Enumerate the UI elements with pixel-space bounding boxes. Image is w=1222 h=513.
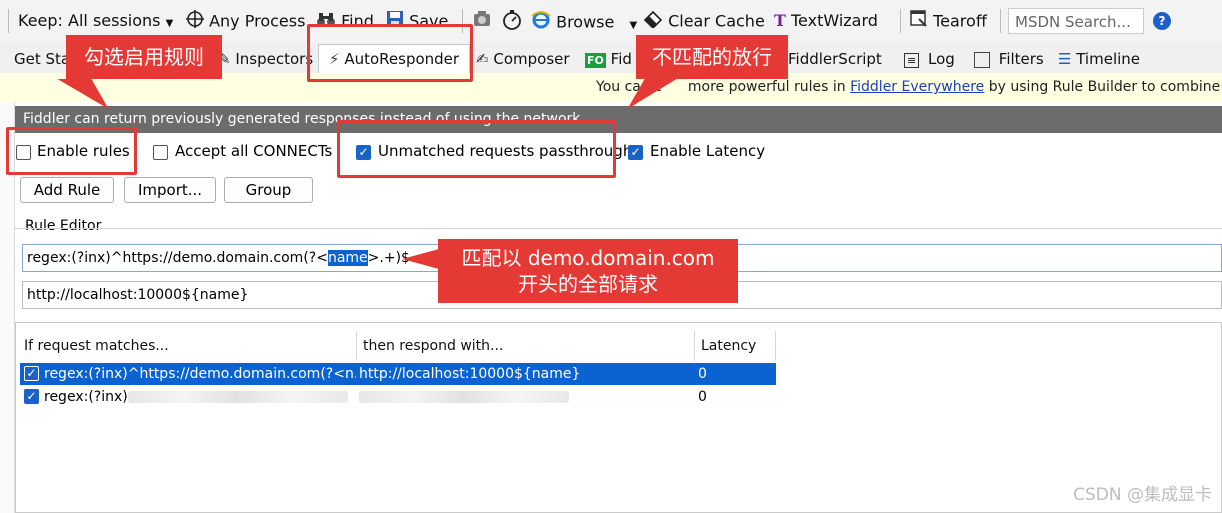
any-process-button[interactable]: Any Process <box>186 10 305 32</box>
textwizard-button[interactable]: T TextWizard <box>774 10 878 32</box>
timeline-icon: ☰ <box>1058 50 1072 68</box>
match-rule-callout-line2: 开头的全部请求 <box>518 272 658 296</box>
passthrough-highlight <box>337 120 616 178</box>
enable-rules-callout: 勾选启用规则 <box>66 35 222 79</box>
crosshair-icon <box>186 10 204 34</box>
log-icon: ≡ <box>904 53 920 68</box>
column-divider[interactable] <box>775 331 776 361</box>
eraser-icon <box>643 10 663 34</box>
enable-latency-label: Enable Latency <box>650 142 766 160</box>
passthrough-callout: 不匹配的放行 <box>636 35 788 79</box>
any-process-label: Any Process <box>209 11 306 31</box>
keep-sessions-label: Keep: All sessions <box>18 11 161 30</box>
tab-inspectors-label: Inspectors <box>235 50 314 68</box>
camera-icon <box>472 10 492 34</box>
blurred-redaction <box>127 391 348 403</box>
timer-button[interactable] <box>502 10 522 32</box>
filters-checkbox-icon <box>974 51 990 68</box>
rule-enabled-checkbox[interactable]: ✓ <box>24 389 39 404</box>
msdn-search-input[interactable]: MSDN Search... <box>1008 8 1144 34</box>
rule-match-text-pre: regex:(?inx)^https://demo.domain.com(?< <box>27 250 328 266</box>
rule-latency-cell: 0 <box>698 389 707 405</box>
rule-respond-cell <box>359 386 689 408</box>
browse-dropdown[interactable]: Browse ▼ <box>531 10 637 32</box>
tearoff-label: Tearoff <box>933 11 987 31</box>
blurred-redaction <box>359 391 569 403</box>
checkmark-icon: ✓ <box>26 366 37 380</box>
tab-log-label: Log <box>928 50 955 68</box>
tab-fiddler-orchestra-label: Fid <box>610 50 632 68</box>
tab-fiddlerscript[interactable]: FiddlerScript <box>788 46 882 72</box>
clear-cache-button[interactable]: Clear Cache <box>643 10 765 32</box>
tab-filters[interactable]: Filters <box>974 46 1044 72</box>
match-rule-callout-line1: 匹配以 demo.domain.com <box>461 246 715 270</box>
tab-fiddlerscript-label: FiddlerScript <box>788 50 882 68</box>
column-header-latency[interactable]: Latency <box>695 331 775 361</box>
stopwatch-icon <box>502 10 522 36</box>
rule-match-cell: regex:(?inx)^https://demo.domain.com(?<n… <box>44 366 356 382</box>
screenshot-button[interactable] <box>472 10 492 32</box>
toolbar-separator <box>1000 9 1001 33</box>
rule-enabled-checkbox[interactable]: ✓ <box>24 366 39 381</box>
rule-match-cell: regex:(?inx) <box>44 386 356 408</box>
tab-fiddler-orchestra[interactable]: FO Fid <box>585 46 632 72</box>
clear-cache-label: Clear Cache <box>668 11 765 31</box>
toolbar-separator <box>900 9 901 33</box>
rule-match-text: regex:(?inx) <box>44 389 128 405</box>
tab-filters-label: Filters <box>998 50 1044 68</box>
rule-respond-cell: http://localhost:10000${name} <box>359 366 581 382</box>
chevron-down-icon: ▼ <box>165 18 174 29</box>
fo-icon: FO <box>585 53 606 68</box>
textwizard-label: TextWizard <box>791 11 878 30</box>
tab-inspectors[interactable]: ✎ Inspectors <box>218 46 313 72</box>
rules-list: If request matches... then respond with.… <box>15 322 1222 513</box>
table-row[interactable]: ✓ regex:(?inx) 0 <box>20 386 776 408</box>
banner-text-mid: more powerful rules in <box>687 79 851 95</box>
watermark: CSDN @集成显卡 <box>1073 485 1212 505</box>
import-button[interactable]: Import... <box>124 177 216 203</box>
tab-composer[interactable]: ✍ Composer <box>476 46 570 72</box>
accept-connects-checkbox[interactable] <box>153 145 168 160</box>
rule-latency-cell: 0 <box>698 366 707 382</box>
column-header-respond[interactable]: then respond with... <box>357 331 694 361</box>
group-button[interactable]: Group <box>224 177 313 203</box>
callout-pointer <box>402 249 439 269</box>
chevron-down-icon: ▼ <box>629 19 638 31</box>
textwizard-icon: T <box>774 11 786 30</box>
enable-rules-highlight <box>6 127 137 175</box>
internet-explorer-icon <box>531 10 551 36</box>
match-rule-callout: 匹配以 demo.domain.com 开头的全部请求 <box>438 239 738 303</box>
rule-match-selected-text: name <box>327 250 368 266</box>
fiddler-everywhere-link[interactable]: Fiddler Everywhere <box>850 79 984 95</box>
enable-latency-checkbox[interactable]: ✓ <box>628 145 643 160</box>
tearoff-window-icon <box>910 10 928 34</box>
info-bar: Fiddler can return previously generated … <box>15 106 1222 133</box>
help-icon[interactable]: ? <box>1153 12 1171 30</box>
accept-connects-label: Accept all CONNECTs <box>175 142 333 160</box>
column-header-match[interactable]: If request matches... <box>18 331 356 361</box>
composer-icon: ✍ <box>476 50 489 68</box>
table-row[interactable]: ✓ regex:(?inx)^https://demo.domain.com(?… <box>20 363 776 385</box>
tab-timeline[interactable]: ☰ Timeline <box>1058 46 1140 72</box>
keep-sessions-dropdown[interactable]: Keep: All sessions ▼ <box>18 10 173 32</box>
add-rule-button[interactable]: Add Rule <box>20 177 114 203</box>
autoresponder-tab-highlight <box>307 24 473 82</box>
toolbar-grip <box>8 9 9 33</box>
tab-log[interactable]: ≡ Log <box>904 46 955 72</box>
tab-timeline-label: Timeline <box>1076 50 1141 68</box>
browse-label: Browse <box>556 12 615 32</box>
checkmark-icon: ✓ <box>630 145 641 159</box>
tearoff-button[interactable]: Tearoff <box>910 10 987 32</box>
checkmark-icon: ✓ <box>26 389 37 403</box>
tab-composer-label: Composer <box>493 50 570 68</box>
